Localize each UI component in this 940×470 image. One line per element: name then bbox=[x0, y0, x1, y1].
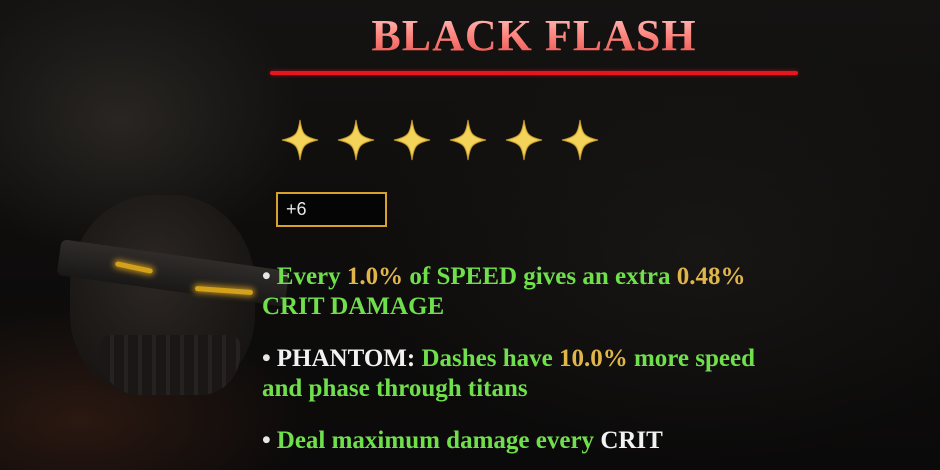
four-point-star-icon bbox=[505, 119, 543, 161]
four-point-star-icon bbox=[281, 119, 319, 161]
perk-text: Every bbox=[276, 263, 347, 290]
star-rating bbox=[280, 118, 600, 166]
four-point-star-icon bbox=[449, 119, 487, 161]
perk-item: • PHANTOM: Dashes have 10.0% more speed a… bbox=[262, 344, 782, 404]
titan-jaw bbox=[100, 335, 240, 395]
ability-title: BLACK FLASH bbox=[270, 8, 798, 64]
bullet: • bbox=[262, 427, 271, 454]
perk-keyword: PHANTOM: bbox=[276, 345, 416, 372]
four-point-star-icon bbox=[561, 119, 599, 161]
perk-text: Dashes have bbox=[415, 345, 559, 372]
upgrade-level-field: +6 bbox=[276, 192, 387, 227]
perk-keyword: CRIT bbox=[600, 427, 663, 454]
perk-text: Deal maximum damage every bbox=[276, 427, 601, 454]
perk-text: CRIT DAMAGE bbox=[262, 293, 445, 320]
perk-value: 1.0% bbox=[346, 263, 404, 290]
title-divider bbox=[270, 71, 798, 75]
perk-item: • Every 1.0% of SPEED gives an extra 0.48… bbox=[262, 262, 782, 322]
perk-item: • Deal maximum damage every CRIT bbox=[262, 426, 862, 456]
titan-silhouette bbox=[30, 195, 290, 425]
perk-value: 10.0% bbox=[558, 345, 628, 372]
four-point-star-icon bbox=[393, 119, 431, 161]
perk-value: 0.48% bbox=[676, 263, 746, 290]
perk-text: of SPEED gives an extra bbox=[403, 263, 677, 290]
bullet: • bbox=[262, 345, 271, 372]
bullet: • bbox=[262, 263, 271, 290]
four-point-star-icon bbox=[337, 119, 375, 161]
